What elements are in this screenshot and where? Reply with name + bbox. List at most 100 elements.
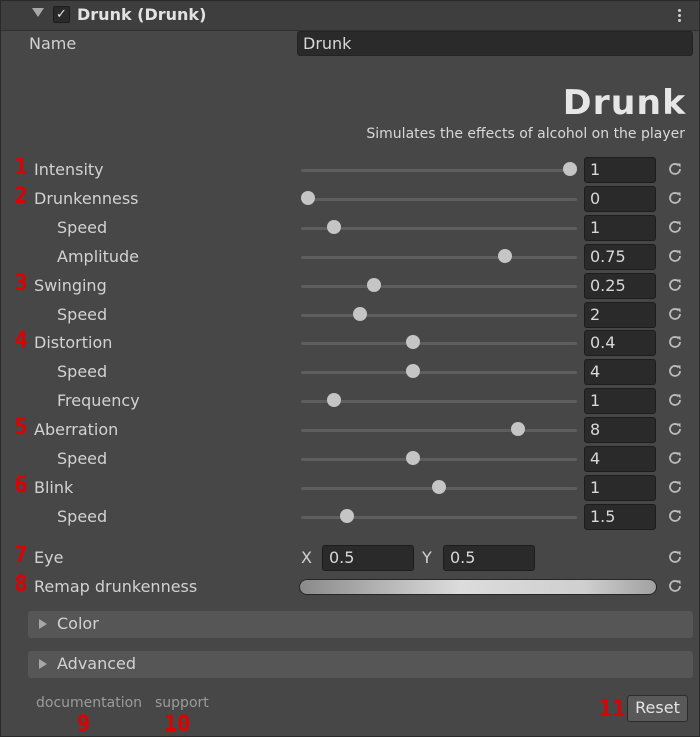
slider-row: 2 Drunkenness 0 xyxy=(1,184,699,213)
value-field[interactable]: 0.4 xyxy=(584,330,656,356)
annotation-number: 3 xyxy=(14,271,28,296)
slider-track[interactable] xyxy=(301,371,577,374)
slider-track[interactable] xyxy=(301,285,577,288)
kebab-menu-icon[interactable] xyxy=(674,7,684,25)
slider-label: Swinging xyxy=(34,276,107,295)
slider-handle[interactable] xyxy=(366,278,381,292)
color-foldout[interactable]: Color xyxy=(28,611,693,638)
value-field[interactable]: 2 xyxy=(584,302,656,328)
effect-description: Simulates the effects of alcohol on the … xyxy=(366,126,685,142)
slider-track[interactable] xyxy=(301,342,577,345)
slider-handle[interactable] xyxy=(497,249,512,263)
slider-handle[interactable] xyxy=(405,451,420,465)
value-field[interactable]: 1 xyxy=(584,215,656,241)
slider-label: Aberration xyxy=(34,420,119,439)
slider-track[interactable] xyxy=(301,227,577,230)
chevron-down-icon[interactable] xyxy=(32,8,44,17)
reset-icon[interactable] xyxy=(667,248,683,264)
enabled-checkbox[interactable]: ✓ xyxy=(53,6,70,23)
slider-row: 3 Swinging 0.25 xyxy=(1,271,699,300)
eye-x-field[interactable]: 0.5 xyxy=(322,545,414,571)
slider-handle[interactable] xyxy=(432,480,446,494)
annotation-number: 4 xyxy=(14,328,28,353)
slider-handle[interactable] xyxy=(327,220,342,234)
chevron-right-icon xyxy=(39,659,47,669)
reset-icon[interactable] xyxy=(667,392,683,408)
value-field[interactable]: 1 xyxy=(584,475,656,501)
slider-handle[interactable] xyxy=(301,191,315,205)
slider-label: Speed xyxy=(57,449,108,468)
slider-track[interactable] xyxy=(301,314,577,317)
slider-handle[interactable] xyxy=(405,335,420,349)
slider-handle[interactable] xyxy=(340,509,355,523)
slider-track[interactable] xyxy=(301,400,577,403)
slider-row: Speed 1.5 xyxy=(1,503,699,531)
reset-icon[interactable] xyxy=(667,306,683,322)
reset-icon[interactable] xyxy=(667,421,683,437)
slider-row: 4 Distortion 0.4 xyxy=(1,328,699,357)
reset-icon[interactable] xyxy=(667,190,683,206)
slider-row: Speed 2 xyxy=(1,301,699,329)
slider-handle[interactable] xyxy=(353,307,368,321)
slider-track[interactable] xyxy=(301,169,577,172)
value-field[interactable]: 0.75 xyxy=(584,244,656,270)
name-label: Name xyxy=(29,34,77,53)
chevron-right-icon xyxy=(39,619,47,629)
reset-icon[interactable] xyxy=(667,549,683,565)
component-header[interactable]: ✓ Drunk (Drunk) xyxy=(1,1,699,31)
slider-track[interactable] xyxy=(301,429,577,432)
documentation-link[interactable]: documentation xyxy=(36,695,142,711)
slider-label: Speed xyxy=(57,507,108,526)
value-field[interactable]: 1 xyxy=(584,388,656,414)
slider-track[interactable] xyxy=(301,458,577,461)
annotation-number: 6 xyxy=(14,473,28,498)
eye-y-label: Y xyxy=(422,548,432,567)
reset-icon[interactable] xyxy=(667,277,683,293)
reset-button[interactable]: Reset xyxy=(627,695,688,722)
reset-icon[interactable] xyxy=(667,578,683,594)
slider-handle[interactable] xyxy=(327,393,342,407)
slider-handle[interactable] xyxy=(510,422,525,436)
slider-row: 6 Blink 1 xyxy=(1,473,699,502)
slider-label: Speed xyxy=(57,218,108,237)
annotation-number: 2 xyxy=(14,184,28,209)
inspector-panel: ✓ Drunk (Drunk) Name Drunk Drunk Simulat… xyxy=(0,0,700,737)
annotation-number: 11 xyxy=(599,697,626,722)
value-field[interactable]: 1.5 xyxy=(584,504,656,530)
slider-label: Intensity xyxy=(34,160,104,179)
value-field[interactable]: 1 xyxy=(584,157,656,183)
annotation-number: 10 xyxy=(164,712,191,737)
reset-icon[interactable] xyxy=(667,479,683,495)
remap-curve-field[interactable] xyxy=(299,579,657,595)
reset-icon[interactable] xyxy=(667,450,683,466)
remap-drunkenness-label: Remap drunkenness xyxy=(34,577,198,596)
reset-icon[interactable] xyxy=(667,219,683,235)
eye-y-field[interactable]: 0.5 xyxy=(443,545,535,571)
annotation-number: 1 xyxy=(14,155,28,180)
reset-icon[interactable] xyxy=(667,161,683,177)
value-field[interactable]: 0.25 xyxy=(584,273,656,299)
advanced-foldout[interactable]: Advanced xyxy=(28,651,693,678)
annotation-number: 7 xyxy=(14,543,28,568)
eye-label: Eye xyxy=(34,548,64,567)
color-foldout-label: Color xyxy=(57,614,99,633)
remap-drunkenness-row: 8 Remap drunkenness xyxy=(1,572,699,601)
reset-icon[interactable] xyxy=(667,334,683,350)
value-field[interactable]: 8 xyxy=(584,417,656,443)
value-field[interactable]: 4 xyxy=(584,446,656,472)
reset-icon[interactable] xyxy=(667,363,683,379)
slider-row: Speed 4 xyxy=(1,358,699,386)
name-input[interactable]: Drunk xyxy=(297,31,693,56)
annotation-number: 5 xyxy=(14,415,28,440)
slider-track[interactable] xyxy=(301,198,577,201)
slider-track[interactable] xyxy=(301,256,577,259)
drunk-logo: Drunk xyxy=(562,83,687,123)
slider-handle[interactable] xyxy=(563,162,577,176)
slider-label: Speed xyxy=(57,305,108,324)
slider-row: Speed 4 xyxy=(1,445,699,473)
support-link[interactable]: support xyxy=(155,695,209,711)
value-field[interactable]: 4 xyxy=(584,359,656,385)
slider-handle[interactable] xyxy=(405,364,420,378)
value-field[interactable]: 0 xyxy=(584,186,656,212)
reset-icon[interactable] xyxy=(667,508,683,524)
